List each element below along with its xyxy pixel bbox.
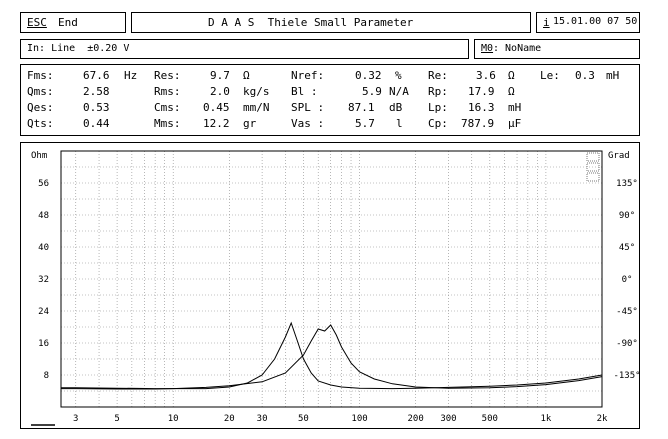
vas-name: Vas : <box>291 117 325 130</box>
rp-value: 17.9 <box>468 85 495 98</box>
rp-name: Rp: <box>428 85 448 98</box>
x-tick-label: 100 <box>351 414 367 424</box>
page-title: D A A S Thiele Small Parameter <box>208 16 414 29</box>
le-name: Le: <box>540 69 560 82</box>
cp-value: 787.9 <box>461 117 495 130</box>
x-tick-label: 20 <box>224 414 235 424</box>
y-left-tick-label: 56 <box>38 179 49 189</box>
qms-value: 2.58 <box>83 85 110 98</box>
bl-value: 5.9 <box>362 85 382 98</box>
input-range-label: In: Line ±0.20 V <box>27 43 130 54</box>
spl-name: SPL : <box>291 101 325 114</box>
nref-value: 0.32 <box>355 69 382 82</box>
x-tick-label: 30 <box>257 414 268 424</box>
nref-unit: % <box>395 69 402 82</box>
memory-name-label: : NoName <box>493 43 542 54</box>
esc-end-button[interactable]: ESC End <box>20 12 126 33</box>
mms-value: 12.2 <box>203 117 230 130</box>
memory-slot-button[interactable]: M0 : NoName <box>474 39 640 59</box>
lp-value: 16.3 <box>468 101 495 114</box>
spl-value: 87.1 <box>348 101 375 114</box>
lp-unit: mH <box>508 101 522 114</box>
x-tick-label: 2k <box>597 414 608 424</box>
y-left-tick-label: 24 <box>38 307 49 317</box>
legend-swatch-3 <box>586 172 600 182</box>
y-right-tick-label: 45° <box>619 243 635 253</box>
nref-name: Nref: <box>291 69 325 82</box>
bl-name: Bl : <box>291 85 318 98</box>
datetime-label: 15.01.00 07 50 <box>553 16 638 27</box>
y-left-tick-label: 40 <box>38 243 49 253</box>
cp-name: Cp: <box>428 117 448 130</box>
x-tick-label: 3 <box>73 414 78 424</box>
qts-name: Qts: <box>27 117 54 130</box>
esc-key-label: ESC <box>27 16 47 29</box>
series-line-1 <box>61 321 603 390</box>
title-bar: D A A S Thiele Small Parameter <box>131 12 531 33</box>
y-right-tick-label: -135° <box>613 371 639 381</box>
rms-name: Rms: <box>154 85 181 98</box>
chart-ticks: 3 5 10 20 30 50 100 200 300 500 1k 2k 56 48 40 32 24 16 8 1… <box>38 179 639 424</box>
cms-name: Cms: <box>154 101 181 114</box>
x-tick-label: 50 <box>298 414 309 424</box>
chart-grid <box>61 151 602 407</box>
impedance-phase-chart: 3 5 10 20 30 50 100 200 300 500 1k 2k 56 48 40 32 24 16 8 1… <box>31 150 639 426</box>
qes-value: 0.53 <box>83 101 110 114</box>
y-right-tick-label: 90° <box>619 211 635 221</box>
y-left-tick-label: 8 <box>44 371 49 381</box>
re-value: 3.6 <box>476 69 496 82</box>
y-right-tick-label: -90° <box>616 339 638 349</box>
x-tick-label: 10 <box>168 414 179 424</box>
y-right-tick-label: 135° <box>616 179 638 189</box>
x-tick-label: 500 <box>482 414 498 424</box>
y-right-tick-label: 0° <box>622 275 633 285</box>
impedance-chart-frame: 3 5 10 20 30 50 100 200 300 500 1k 2k 56 48 40 32 24 16 8 1… <box>20 142 640 429</box>
le-unit: mH <box>606 69 620 82</box>
end-label: End <box>58 16 78 29</box>
re-unit: Ω <box>508 69 515 82</box>
cms-unit: mm/N <box>243 101 270 114</box>
y-right-axis-label: Grad <box>608 151 630 161</box>
x-tick-label: 1k <box>540 414 551 424</box>
info-key-label: i <box>543 16 550 29</box>
y-left-tick-label: 16 <box>38 339 49 349</box>
memory-key-label: M0 <box>481 43 494 54</box>
info-datetime-button[interactable]: i 15.01.00 07 50 <box>536 12 640 33</box>
vas-value: 5.7 <box>355 117 375 130</box>
le-value: 0.3 <box>575 69 595 82</box>
lp-name: Lp: <box>428 101 448 114</box>
rms-unit: kg/s <box>243 85 270 98</box>
parameters-panel: Fms: 67.6 Hz Res: 9.7 Ω Nref: 0.32 % Re:… <box>20 64 640 136</box>
rp-unit: Ω <box>508 85 515 98</box>
input-range-field[interactable]: In: Line ±0.20 V <box>20 39 469 59</box>
x-tick-label: 300 <box>440 414 456 424</box>
x-tick-label: 5 <box>114 414 119 424</box>
chart-series <box>61 321 603 390</box>
cms-value: 0.45 <box>203 101 230 114</box>
y-right-tick-label: -45° <box>616 307 638 317</box>
fms-unit: Hz <box>124 69 138 82</box>
y-left-tick-label: 48 <box>38 211 49 221</box>
bl-unit: N/A <box>389 85 409 98</box>
res-unit: Ω <box>243 69 250 82</box>
y-left-axis-label: Ohm <box>31 151 48 161</box>
y-left-tick-label: 32 <box>38 275 49 285</box>
res-name: Res: <box>154 69 181 82</box>
fms-name: Fms: <box>27 69 54 82</box>
legend-swatch-1 <box>586 152 600 162</box>
qes-name: Qes: <box>27 101 54 114</box>
mms-unit: gr <box>243 117 257 130</box>
qms-name: Qms: <box>27 85 54 98</box>
vas-unit: l <box>396 117 403 130</box>
qts-value: 0.44 <box>83 117 110 130</box>
res-value: 9.7 <box>210 69 230 82</box>
re-name: Re: <box>428 69 448 82</box>
x-tick-label: 200 <box>408 414 424 424</box>
cp-unit: µF <box>508 117 522 130</box>
series-line-2 <box>61 324 603 390</box>
spl-unit: dB <box>389 101 403 114</box>
mms-name: Mms: <box>154 117 181 130</box>
rms-value: 2.0 <box>210 85 230 98</box>
fms-value: 67.6 <box>83 69 110 82</box>
